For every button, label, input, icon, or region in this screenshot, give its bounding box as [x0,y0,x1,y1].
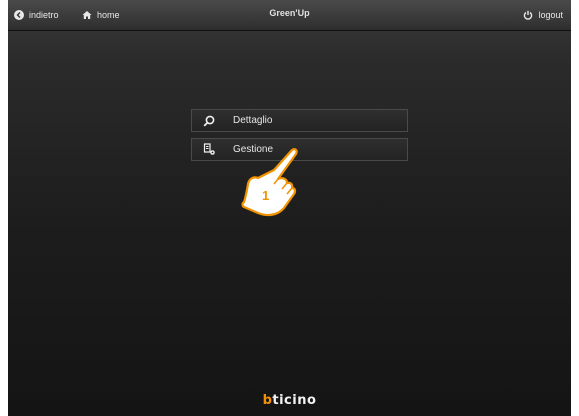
edit-settings-icon [202,143,216,157]
bticino-logo: bticino [8,393,571,408]
app-title: Green'Up [269,8,310,18]
callout-number: 1 [262,188,269,203]
top-bar: indietro home Green'Up logout [8,0,571,31]
menu-item-label: Dettaglio [233,115,273,126]
logo-text-ticino: ticino [272,393,317,408]
app-screen: indietro home Green'Up logout Dettaglio … [8,0,571,416]
logo-letter-b: b [262,393,273,408]
logout-button[interactable]: logout [523,8,563,22]
hand-pointer-icon: 1 [241,148,298,217]
menu-item-dettaglio[interactable]: Dettaglio [191,109,408,132]
search-icon [202,114,216,128]
power-icon [524,10,533,20]
logout-label: logout [538,10,563,20]
